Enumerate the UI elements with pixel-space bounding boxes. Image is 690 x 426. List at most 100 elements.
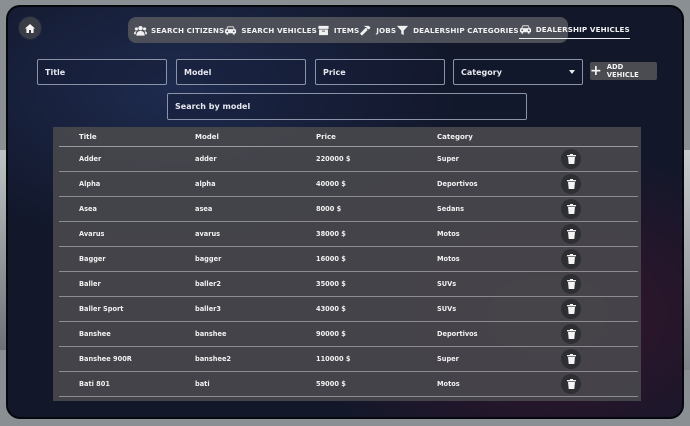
table-row: Alpha alpha 40000 $ Deportivos — [59, 172, 638, 197]
trash-icon — [566, 154, 576, 164]
cell-model: alpha — [195, 180, 216, 188]
cell-title: Adder — [79, 155, 102, 163]
trash-icon — [566, 179, 576, 189]
title-input[interactable] — [37, 59, 167, 85]
delete-button[interactable] — [561, 174, 581, 194]
cell-price: 59000 $ — [316, 380, 346, 388]
trash-icon — [566, 379, 576, 389]
cell-actions — [559, 374, 621, 394]
cell-category: Motos — [437, 380, 460, 388]
header-price: Price — [316, 132, 336, 141]
box-icon — [318, 25, 329, 35]
nav-search-vehicles[interactable]: Search Vehicles — [224, 20, 317, 40]
home-button[interactable] — [19, 17, 41, 39]
nav-jobs[interactable]: Jobs — [359, 20, 396, 40]
cell-price: 16000 $ — [316, 255, 346, 263]
cell-category: SUVs — [437, 305, 457, 313]
nav-items[interactable]: Items — [317, 20, 359, 40]
add-vehicle-label: Add Vehicle — [606, 63, 639, 79]
cell-price: 8000 $ — [316, 205, 342, 213]
cell-model: asea — [195, 205, 213, 213]
cell-model: bagger — [195, 255, 222, 263]
chevron-down-icon — [569, 70, 575, 74]
model-input[interactable] — [176, 59, 306, 85]
nav-dealership-categories[interactable]: Dealership Categories — [396, 20, 519, 40]
cell-category: SUVs — [437, 280, 457, 288]
cell-title: Asea — [79, 205, 97, 213]
nav-label: Jobs — [376, 25, 397, 35]
cell-actions — [559, 224, 621, 244]
trash-icon — [566, 304, 576, 314]
cell-title: Avarus — [79, 230, 105, 238]
cell-actions — [559, 349, 621, 369]
cell-price: 35000 $ — [316, 280, 346, 288]
category-select[interactable]: Category — [453, 59, 583, 85]
cell-actions — [559, 324, 621, 344]
cell-category: Sedans — [437, 205, 465, 213]
table-row: Baller Sport baller3 43000 $ SUVs — [59, 297, 638, 322]
cell-price: 40000 $ — [316, 180, 346, 188]
nav-label: Items — [333, 25, 360, 35]
cell-price: 110000 $ — [316, 355, 351, 363]
home-icon — [25, 23, 35, 33]
nav-label: Search Vehicles — [241, 25, 317, 35]
nav-label: Search Citizens — [151, 25, 225, 35]
cell-title: Banshee — [79, 330, 111, 338]
cell-model: avarus — [195, 230, 221, 238]
cell-category: Deportivos — [437, 180, 478, 188]
table-row: Bati 801 bati 59000 $ Motos — [59, 372, 638, 397]
mdt-window: Search Citizens Search Vehicles Items Jo… — [6, 5, 684, 419]
cell-price: 38000 $ — [316, 230, 346, 238]
cell-title: Bati 801 — [79, 380, 110, 388]
add-vehicle-button[interactable]: + Add Vehicle — [590, 62, 657, 80]
cell-category: Super — [437, 355, 459, 363]
cell-category: Super — [437, 155, 459, 163]
trash-icon — [566, 229, 576, 239]
cell-actions — [559, 174, 621, 194]
table-row: Banshee banshee 90000 $ Deportivos — [59, 322, 638, 347]
delete-button[interactable] — [561, 149, 581, 169]
car-icon — [519, 25, 531, 34]
filter-icon — [397, 25, 409, 35]
nav-label: Dealership Vehicles — [535, 25, 630, 34]
cell-actions — [559, 274, 621, 294]
delete-button[interactable] — [561, 249, 581, 269]
cell-actions — [559, 249, 621, 269]
table-row: Banshee 900R banshee2 110000 $ Super — [59, 347, 638, 372]
nav-dealership-vehicles[interactable]: Dealership Vehicles — [518, 21, 630, 39]
trash-icon — [566, 254, 576, 264]
users-icon — [134, 25, 147, 36]
table-row: Baller baller2 35000 $ SUVs — [59, 272, 638, 297]
top-nav: Search Citizens Search Vehicles Items Jo… — [128, 17, 630, 43]
cell-model: baller3 — [195, 305, 222, 313]
cell-model: adder — [195, 155, 217, 163]
cell-price: 90000 $ — [316, 330, 346, 338]
car-icon — [225, 25, 237, 35]
table-body: Adder adder 220000 $ Super Alpha alpha 4… — [53, 147, 641, 397]
cell-category: Deportivos — [437, 330, 478, 338]
delete-button[interactable] — [561, 349, 581, 369]
delete-button[interactable] — [561, 324, 581, 344]
cell-title: Baller — [79, 280, 101, 288]
price-input[interactable] — [315, 59, 445, 85]
cell-title: Alpha — [79, 180, 101, 188]
nav-search-citizens[interactable]: Search Citizens — [134, 20, 224, 40]
cell-actions — [559, 299, 621, 319]
table-row: Adder adder 220000 $ Super — [59, 147, 638, 172]
delete-button[interactable] — [561, 224, 581, 244]
delete-button[interactable] — [561, 274, 581, 294]
trash-icon — [566, 204, 576, 214]
hammer-icon — [360, 25, 371, 36]
cell-title: Baller Sport — [79, 305, 124, 313]
cell-actions — [559, 199, 621, 219]
cell-model: baller2 — [195, 280, 222, 288]
category-select-value: Category — [461, 67, 502, 77]
delete-button[interactable] — [561, 199, 581, 219]
cell-actions — [559, 149, 621, 169]
delete-button[interactable] — [561, 299, 581, 319]
cell-title: Banshee 900R — [79, 355, 132, 363]
cell-model: banshee — [195, 330, 227, 338]
cell-category: Motos — [437, 230, 460, 238]
search-by-model-input[interactable] — [167, 93, 527, 120]
delete-button[interactable] — [561, 374, 581, 394]
